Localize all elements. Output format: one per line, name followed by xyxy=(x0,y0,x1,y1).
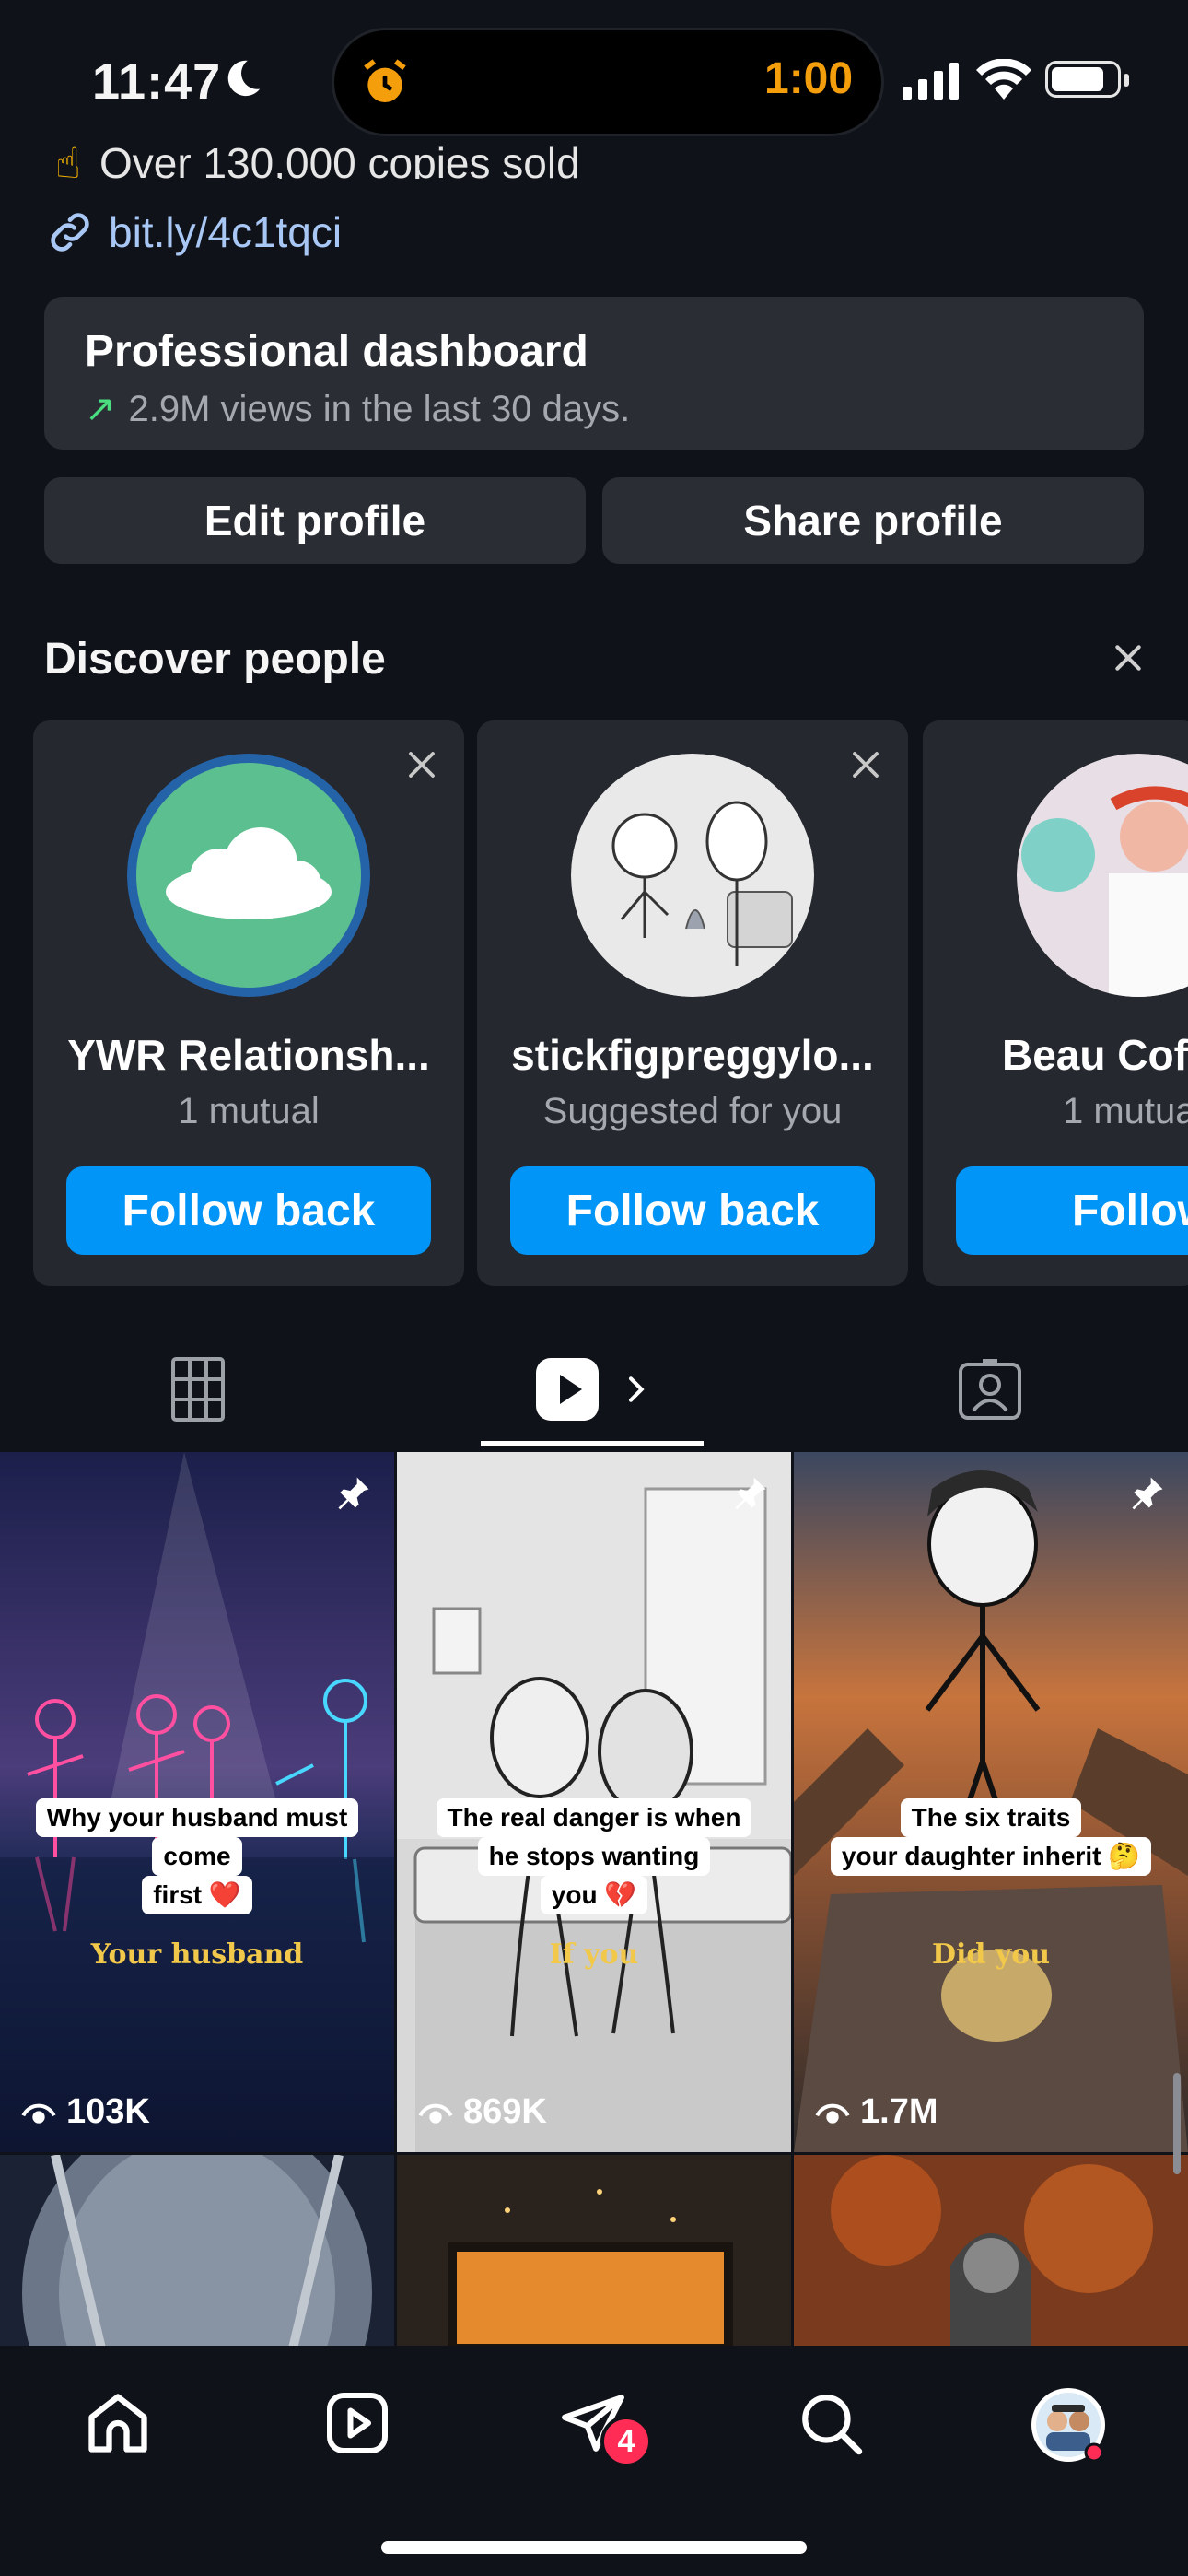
messages-badge: 4 xyxy=(600,2416,652,2467)
follow-back-button[interactable]: Follow back xyxy=(510,1166,875,1255)
profile-avatar xyxy=(1031,2388,1105,2463)
alarm-clock-icon xyxy=(364,59,406,102)
dismiss-icon[interactable] xyxy=(405,748,438,781)
bio-text: Over 130,000 copies sold xyxy=(99,139,580,179)
tab-reels[interactable] xyxy=(516,1327,672,1452)
dashboard-subtitle-text: 2.9M views in the last 30 days. xyxy=(128,388,631,429)
reel-thumbnail xyxy=(0,2155,394,2348)
discover-people-title: Discover people xyxy=(44,635,386,684)
reels-icon xyxy=(327,2393,388,2453)
reel-tile[interactable] xyxy=(794,2155,1188,2348)
dismiss-icon[interactable] xyxy=(849,748,882,781)
caption-line: your daughter inherit 🤔 xyxy=(830,1837,1152,1876)
share-profile-button[interactable]: Share profile xyxy=(602,477,1144,564)
reel-overlay-text: Your husband xyxy=(90,1938,304,1971)
nav-search[interactable] xyxy=(792,2384,869,2462)
chevron-right-icon xyxy=(628,1376,645,1402)
timer-readout: 1:00 xyxy=(764,54,854,103)
follow-back-button[interactable]: Follow back xyxy=(66,1166,431,1255)
eye-icon xyxy=(815,2103,850,2124)
reel-thumbnail xyxy=(794,2155,1188,2348)
link-icon xyxy=(51,213,89,252)
pin-icon xyxy=(735,1477,766,1510)
suggestion-card[interactable]: stickfigpreggylo... Suggested for you Fo… xyxy=(477,720,908,1286)
wifi-icon xyxy=(976,59,1031,100)
pin-icon xyxy=(1132,1477,1163,1510)
suggestion-subtitle: 1 mutua xyxy=(1063,1091,1188,1131)
reel-tile[interactable]: The six traits your daughter inherit 🤔 D… xyxy=(794,1452,1188,2152)
caption-line: The real danger is when xyxy=(436,1798,752,1837)
reel-overlay-text: Did you xyxy=(931,1938,1051,1971)
caption-line: The six traits xyxy=(900,1798,1082,1837)
home-icon xyxy=(88,2394,147,2453)
nav-profile[interactable] xyxy=(1028,2384,1109,2465)
nav-home[interactable] xyxy=(79,2384,157,2462)
moon-icon xyxy=(227,60,261,97)
view-count-text: 103K xyxy=(66,2092,150,2131)
status-time: 11:47 xyxy=(92,54,222,110)
bio-line: ☝ Over 130,000 copies sold xyxy=(55,138,792,179)
profile-tabs xyxy=(0,1327,1188,1452)
home-indicator[interactable] xyxy=(381,2541,807,2554)
caption-line: Why your husband must xyxy=(35,1798,359,1837)
battery-icon xyxy=(1045,61,1129,98)
reel-caption: Why your husband must come first ❤️ xyxy=(0,1798,394,1914)
reels-play-icon xyxy=(536,1358,599,1421)
reel-caption: The real danger is when he stops wanting… xyxy=(397,1798,791,1914)
professional-dashboard[interactable]: Professional dashboard ↗ 2.9M views in t… xyxy=(44,297,1144,450)
tab-tagged[interactable] xyxy=(921,1327,1059,1452)
bio-link-text[interactable]: bit.ly/4c1tqci xyxy=(109,207,342,257)
caption-line: you 💔 xyxy=(540,1876,648,1914)
suggestion-name[interactable]: Beau Cof xyxy=(1002,1030,1188,1080)
dashboard-title: Professional dashboard xyxy=(85,327,588,376)
reel-thumbnail xyxy=(397,2155,791,2348)
pin-icon xyxy=(338,1477,369,1510)
reel-caption: The six traits your daughter inherit 🤔 xyxy=(794,1798,1188,1876)
bio-link[interactable]: bit.ly/4c1tqci xyxy=(44,205,342,260)
avatar[interactable] xyxy=(571,754,814,997)
pointing-hand-icon: ☝ xyxy=(55,139,82,179)
active-tab-indicator xyxy=(481,1441,704,1446)
dashboard-subtitle: ↗ 2.9M views in the last 30 days. xyxy=(85,388,1103,430)
reel-tile[interactable]: The real danger is when he stops wanting… xyxy=(397,1452,791,2152)
eye-icon xyxy=(418,2103,453,2124)
reel-overlay-text: If you xyxy=(549,1938,639,1971)
close-icon[interactable] xyxy=(1110,639,1147,676)
view-count-text: 1.7M xyxy=(860,2092,938,2131)
caption-line: he stops wanting xyxy=(477,1837,711,1876)
tagged-person-icon xyxy=(959,1359,1021,1420)
profile-actions: Edit profile Share profile xyxy=(44,477,1144,564)
suggestion-subtitle: 1 mutual xyxy=(178,1091,320,1131)
avatar[interactable] xyxy=(1017,754,1188,997)
view-count-text: 869K xyxy=(463,2092,547,2131)
suggestion-name[interactable]: stickfigpreggylo... xyxy=(477,1030,908,1080)
edit-profile-button[interactable]: Edit profile xyxy=(44,477,586,564)
scroll-indicator[interactable] xyxy=(1173,2073,1181,2174)
search-icon xyxy=(802,2395,863,2455)
tab-grid[interactable] xyxy=(129,1327,267,1452)
trend-up-icon: ↗ xyxy=(85,389,116,429)
reel-tile[interactable] xyxy=(397,2155,791,2348)
nav-reels[interactable] xyxy=(319,2384,396,2462)
suggestion-subtitle: Suggested for you xyxy=(542,1091,843,1131)
caption-line: come xyxy=(152,1837,242,1876)
status-bar: 11:47 1:00 xyxy=(0,0,1188,161)
reel-tile[interactable]: Why your husband must come first ❤️ Your… xyxy=(0,1452,394,2152)
cellular-signal-icon xyxy=(903,63,959,100)
suggestion-card[interactable]: YWR Relationsh... 1 mutual Follow back xyxy=(33,720,464,1286)
suggestion-card[interactable]: Beau Cof 1 mutua Follow xyxy=(923,720,1188,1286)
follow-button[interactable]: Follow xyxy=(956,1166,1188,1255)
eye-icon xyxy=(21,2103,56,2124)
caption-line: first ❤️ xyxy=(142,1876,252,1914)
reel-tile[interactable] xyxy=(0,2155,394,2348)
view-count: 103K xyxy=(20,2092,150,2132)
grid-icon xyxy=(171,1357,225,1422)
avatar[interactable] xyxy=(127,754,370,997)
suggestion-name[interactable]: YWR Relationsh... xyxy=(33,1030,464,1080)
view-count: 1.7M xyxy=(814,2092,938,2132)
view-count: 869K xyxy=(417,2092,547,2132)
